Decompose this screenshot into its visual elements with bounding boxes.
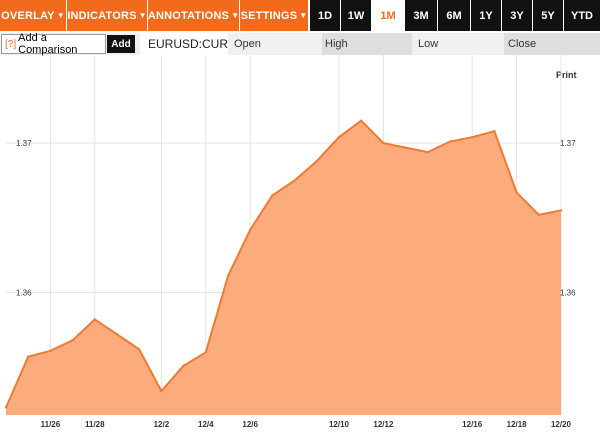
price-point — [293, 179, 296, 182]
range-1d-button[interactable]: 1D — [310, 0, 340, 31]
price-point — [404, 146, 407, 149]
x-tick-label: 12/4 — [198, 420, 214, 429]
price-point — [182, 364, 185, 367]
x-tick-label: 12/10 — [329, 420, 350, 429]
caret-down-icon: ▼ — [138, 11, 147, 20]
price-point — [93, 318, 97, 321]
open-label: Open — [234, 38, 261, 50]
annotations-menu-button[interactable]: ANNOTATIONS ▼ — [148, 0, 239, 31]
price-point — [4, 406, 8, 409]
price-point — [382, 141, 385, 145]
caret-down-icon: ▼ — [56, 11, 65, 20]
price-point — [448, 140, 452, 143]
indicators-menu-button[interactable]: INDICATORS ▼ — [67, 0, 147, 31]
range-5y-button[interactable]: 5Y — [533, 0, 563, 31]
chart-toolbar: OVERLAY ▼ INDICATORS ▼ ANNOTATIONS ▼ SETTIN… — [0, 0, 600, 32]
price-point — [515, 191, 518, 194]
indicators-label: INDICATORS — [67, 9, 137, 22]
y-tick-label-left: 1.37 — [16, 139, 32, 148]
price-point — [226, 274, 230, 278]
price-point — [160, 389, 163, 393]
x-tick-label: 12/2 — [154, 420, 170, 429]
price-point — [49, 349, 52, 352]
price-point — [71, 339, 74, 342]
x-tick-label: 12/18 — [507, 420, 528, 429]
price-point — [271, 194, 274, 197]
help-icon[interactable]: [?] — [5, 39, 16, 50]
price-point — [426, 150, 429, 154]
y-tick-label-right: 1.37 — [560, 139, 576, 148]
price-area — [6, 120, 561, 415]
annotations-label: ANNOTATIONS — [147, 9, 230, 22]
comparison-input[interactable]: [?] Add a Comparison — [1, 32, 106, 56]
y-tick-label-left: 1.36 — [16, 289, 32, 298]
price-point — [138, 348, 141, 351]
price-point — [204, 351, 207, 354]
settings-menu-button[interactable]: SETTINGS ▼ — [240, 0, 308, 31]
price-point — [537, 213, 540, 217]
x-tick-label: 11/26 — [41, 420, 61, 429]
price-chart: 1.361.361.371.371.381.3811/2611/2812/212… — [4, 55, 576, 429]
overlay-label: OVERLAY — [1, 9, 55, 22]
settings-label: SETTINGS — [240, 9, 298, 22]
ticker-symbol: EURUSD:CUR — [140, 33, 228, 55]
price-point — [471, 135, 474, 139]
price-point — [27, 355, 30, 358]
overlay-menu-button[interactable]: OVERLAY ▼ — [0, 0, 66, 31]
range-3m-button[interactable]: 3M — [405, 0, 437, 31]
price-point — [360, 119, 363, 122]
range-ytd-button[interactable]: YTD — [564, 0, 600, 31]
range-1y-button[interactable]: 1Y — [471, 0, 501, 31]
caret-down-icon: ▼ — [231, 11, 240, 20]
x-tick-label: 12/16 — [462, 420, 483, 429]
price-point — [115, 333, 119, 336]
quote-bar: [?] Add a Comparison Add EURUSD:CUR Open… — [0, 32, 600, 56]
price-point — [249, 228, 252, 231]
x-tick-label: 12/6 — [242, 420, 258, 429]
range-6m-button[interactable]: 6M — [438, 0, 470, 31]
range-1w-button[interactable]: 1W — [341, 0, 371, 31]
comparison-placeholder: Add a Comparison — [18, 32, 78, 56]
add-comparison-button[interactable]: Add — [107, 35, 135, 53]
low-label: Low — [418, 38, 439, 50]
range-3y-button[interactable]: 3Y — [502, 0, 532, 31]
y-tick-label-right: 1.36 — [560, 289, 576, 298]
x-tick-label: 12/20 — [551, 420, 572, 429]
high-label: High — [322, 33, 412, 55]
price-point — [493, 129, 496, 133]
price-point — [559, 209, 563, 212]
price-point — [337, 135, 341, 139]
price-point — [315, 159, 318, 163]
x-tick-label: 11/28 — [85, 420, 105, 429]
x-tick-label: 12/12 — [373, 420, 394, 429]
caret-down-icon: ▼ — [299, 11, 308, 20]
close-label: Close — [504, 33, 600, 55]
range-1m-button[interactable]: 1M — [372, 0, 404, 31]
